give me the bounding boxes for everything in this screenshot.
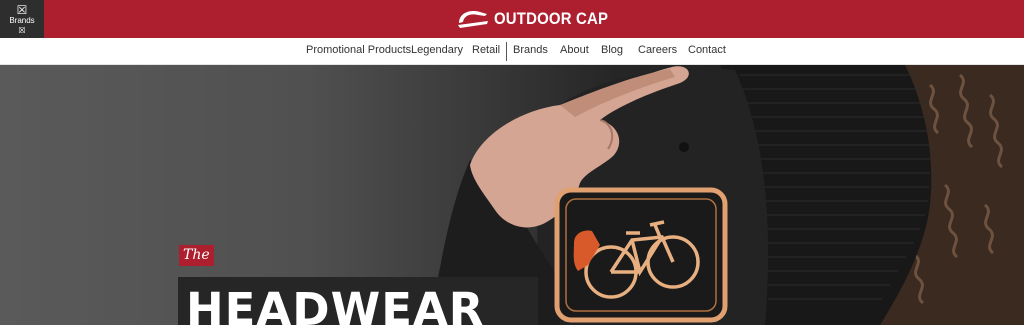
nav-item-promotional-products[interactable]: Promotional Products [306, 44, 411, 56]
nav-item-retail[interactable]: Retail [472, 44, 500, 56]
top-bar: ☒ Brands ☒ OUTDOOR CAP [0, 0, 1024, 38]
hero-headline: HEADWEAR [178, 277, 538, 325]
nav-item-legendary[interactable]: Legendary [411, 44, 463, 56]
outdoor-cap-logo-icon [458, 11, 488, 28]
nav-item-brands[interactable]: Brands [513, 44, 548, 56]
broken-image-icon: ☒ [18, 25, 26, 35]
broken-image-icon: ☒ [16, 2, 28, 17]
main-nav: Promotional Products Legendary Retail Br… [0, 38, 1024, 65]
hero-badge: The [179, 245, 214, 266]
logo-wordmark: OUTDOOR CAP [494, 9, 609, 28]
nav-divider [506, 42, 507, 61]
brands-tab[interactable]: ☒ Brands ☒ [0, 0, 44, 38]
nav-item-about[interactable]: About [560, 44, 589, 56]
nav-item-careers[interactable]: Careers [638, 44, 677, 56]
brands-tab-label: Brands [9, 15, 35, 25]
nav-item-contact[interactable]: Contact [688, 44, 726, 56]
nav-item-blog[interactable]: Blog [601, 44, 623, 56]
site-logo[interactable]: OUTDOOR CAP [456, 4, 624, 34]
hero-banner: The HEADWEAR [0, 65, 1024, 325]
